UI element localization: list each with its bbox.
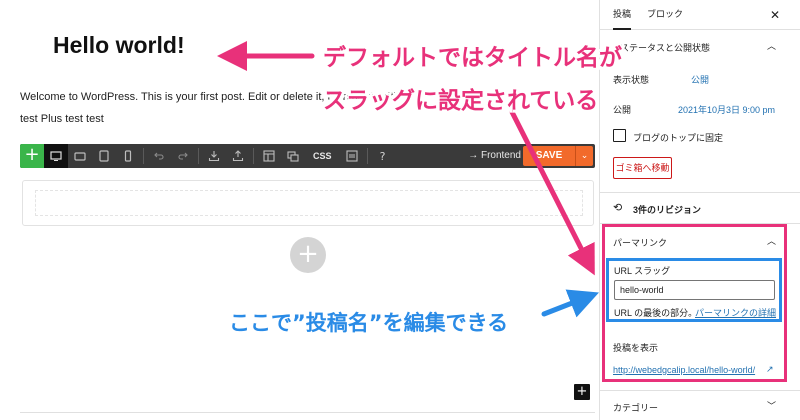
save-options-chevron-icon[interactable]: ⌄ bbox=[575, 146, 593, 166]
chevron-down-icon[interactable]: ﹀ bbox=[767, 399, 776, 412]
view-post-label: 投稿を表示 bbox=[613, 343, 659, 353]
slug-help-text: URL の最後の部分。 bbox=[614, 308, 698, 318]
frontend-link[interactable]: → Frontend bbox=[468, 144, 521, 168]
url-slug-input[interactable]: hello-world bbox=[614, 280, 775, 300]
external-link-icon: ↗ bbox=[766, 364, 774, 374]
sticky-checkbox[interactable] bbox=[613, 129, 626, 142]
toolbar-divider bbox=[366, 148, 368, 164]
add-block-button[interactable]: + bbox=[290, 237, 326, 273]
empty-dropzone[interactable] bbox=[35, 190, 583, 216]
panel-title-categories[interactable]: カテゴリー bbox=[613, 401, 658, 414]
panel-divider bbox=[600, 390, 800, 391]
template-icon[interactable] bbox=[281, 144, 305, 168]
revisions-link[interactable]: 3件のリビジョン bbox=[633, 203, 701, 216]
slug-label: URL スラッグ bbox=[614, 266, 671, 276]
chevron-up-icon[interactable]: ︿ bbox=[767, 39, 776, 52]
help-icon[interactable]: ? bbox=[371, 144, 395, 168]
panel-title-status[interactable]: ステータスと公開状態 bbox=[620, 41, 710, 54]
toolbar-divider bbox=[198, 148, 199, 164]
undo-icon[interactable] bbox=[147, 144, 171, 168]
settings-sidebar: 投稿 ブロック ✕ ステータスと公開状態 ︿ 表示状態 公開 公開 2021年1… bbox=[599, 0, 800, 420]
toolbar-divider bbox=[143, 148, 144, 164]
panel-divider bbox=[600, 192, 800, 193]
paragraph-block[interactable]: test Plus test test bbox=[20, 113, 104, 125]
mobile-view-icon[interactable] bbox=[116, 144, 140, 168]
tablet-view-icon[interactable] bbox=[92, 144, 116, 168]
visibility-label: 表示状態 bbox=[613, 75, 650, 85]
history-icon: ⟲ bbox=[613, 202, 623, 214]
visibility-toggle[interactable]: 公開 bbox=[691, 73, 709, 86]
code-icon[interactable] bbox=[340, 144, 364, 168]
desktop-view-icon[interactable] bbox=[44, 144, 68, 168]
toolbar-divider bbox=[253, 148, 254, 164]
editor-divider bbox=[20, 412, 595, 413]
page-builder-toolbar: + CSS ? → Frontend SAVE ⌄ bbox=[20, 144, 595, 168]
block-inserter-button[interactable]: + bbox=[574, 384, 590, 400]
tablet-landscape-view-icon[interactable] bbox=[68, 144, 92, 168]
chevron-up-icon[interactable]: ︿ bbox=[767, 234, 776, 247]
layout-icon[interactable] bbox=[257, 144, 281, 168]
upload-icon[interactable] bbox=[226, 144, 250, 168]
download-icon[interactable] bbox=[202, 144, 226, 168]
sticky-label: ブログのトップに固定 bbox=[633, 133, 724, 143]
css-editor-button[interactable]: CSS bbox=[305, 151, 340, 161]
builder-content-area[interactable] bbox=[22, 180, 594, 226]
tab-post[interactable]: 投稿 bbox=[613, 0, 632, 30]
save-button[interactable]: SAVE bbox=[523, 146, 575, 166]
add-element-button[interactable]: + bbox=[20, 144, 44, 168]
annotation-title-note: デフォルトではタイトル名が bbox=[323, 45, 622, 71]
panel-title-permalink[interactable]: パーマリンク bbox=[613, 236, 667, 249]
publish-date-toggle[interactable]: 2021年10月3日 9:00 pm bbox=[678, 103, 775, 116]
permalink-help-link[interactable]: パーマリンクの詳細 bbox=[695, 306, 776, 319]
post-url-link[interactable]: http://webedgcalip.local/hello-world/ bbox=[613, 365, 755, 375]
close-icon[interactable]: ✕ bbox=[770, 8, 780, 22]
tab-block[interactable]: ブロック bbox=[647, 0, 683, 30]
move-to-trash-button[interactable]: ゴミ箱へ移動 bbox=[613, 157, 672, 179]
post-title[interactable]: Hello world! bbox=[53, 32, 185, 59]
annotation-slug-note: スラッグに設定されている bbox=[323, 88, 599, 114]
sidebar-tabs: 投稿 ブロック ✕ bbox=[600, 0, 800, 30]
redo-icon[interactable] bbox=[171, 144, 195, 168]
publish-label: 公開 bbox=[613, 105, 632, 115]
annotation-edit-note: ここで”投稿名”を編集できる bbox=[229, 311, 509, 335]
